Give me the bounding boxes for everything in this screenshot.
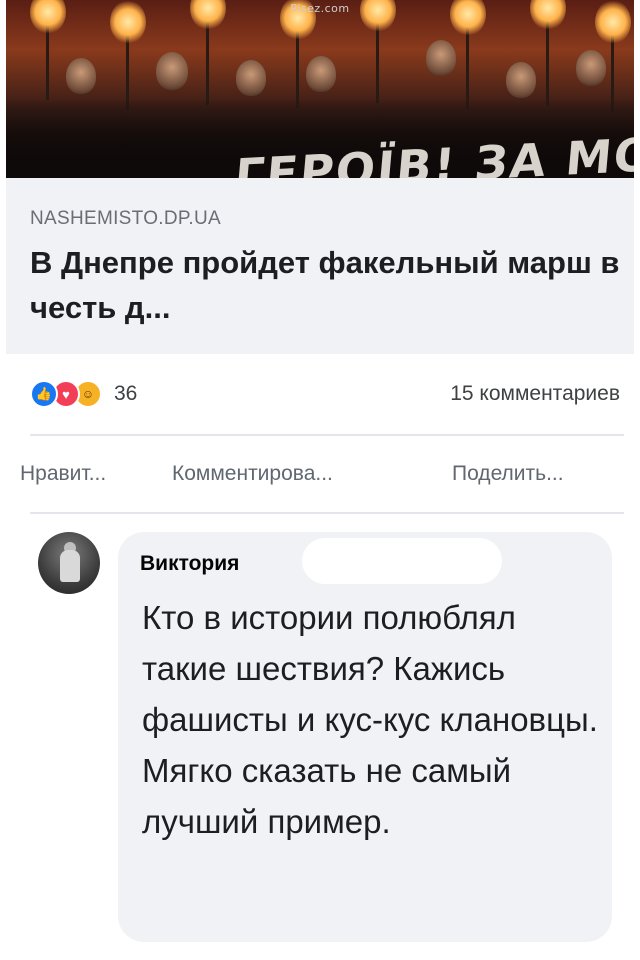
comment-bubble: Виктория Кто в истории полюблял такие ше… [118, 532, 612, 942]
like-button[interactable]: Нравит... [20, 462, 106, 486]
divider [30, 512, 624, 514]
comment-button[interactable]: Комментирова... [172, 462, 333, 486]
person-head [426, 40, 456, 76]
post-actions: Нравит... Комментирова... Поделить... [20, 462, 624, 502]
reaction-count[interactable]: 36 [114, 382, 137, 406]
person-head [506, 62, 536, 98]
redacted-name [302, 538, 502, 584]
person-head [306, 56, 336, 92]
avatar[interactable] [38, 532, 100, 594]
link-domain: NASHEMISTO.DP.UA [30, 208, 221, 229]
link-title[interactable]: В Днепре пройдет факельный марш в честь … [30, 240, 620, 330]
person-head [156, 52, 188, 90]
comment-text: Кто в истории полюблял такие шествия? Ка… [142, 599, 598, 840]
comments-count[interactable]: 15 комментариев [450, 382, 620, 406]
comment-author[interactable]: Виктория [140, 552, 239, 576]
divider [30, 434, 624, 436]
link-preview-image[interactable]: ГЕРОЇВ! ЗА МО [6, 0, 634, 178]
person-head [236, 60, 266, 96]
link-preview-info[interactable]: NASHEMISTO.DP.UA В Днепре пройдет факель… [6, 178, 634, 354]
reactions-summary[interactable]: 👍 ♥ ☺ 36 15 комментариев [30, 378, 620, 412]
watermark: Pisez.com [290, 2, 350, 15]
like-icon: 👍 [30, 380, 58, 408]
share-button[interactable]: Поделить... [452, 462, 564, 486]
avatar-figure [60, 550, 80, 582]
person-head [66, 58, 96, 94]
person-head [576, 50, 606, 86]
